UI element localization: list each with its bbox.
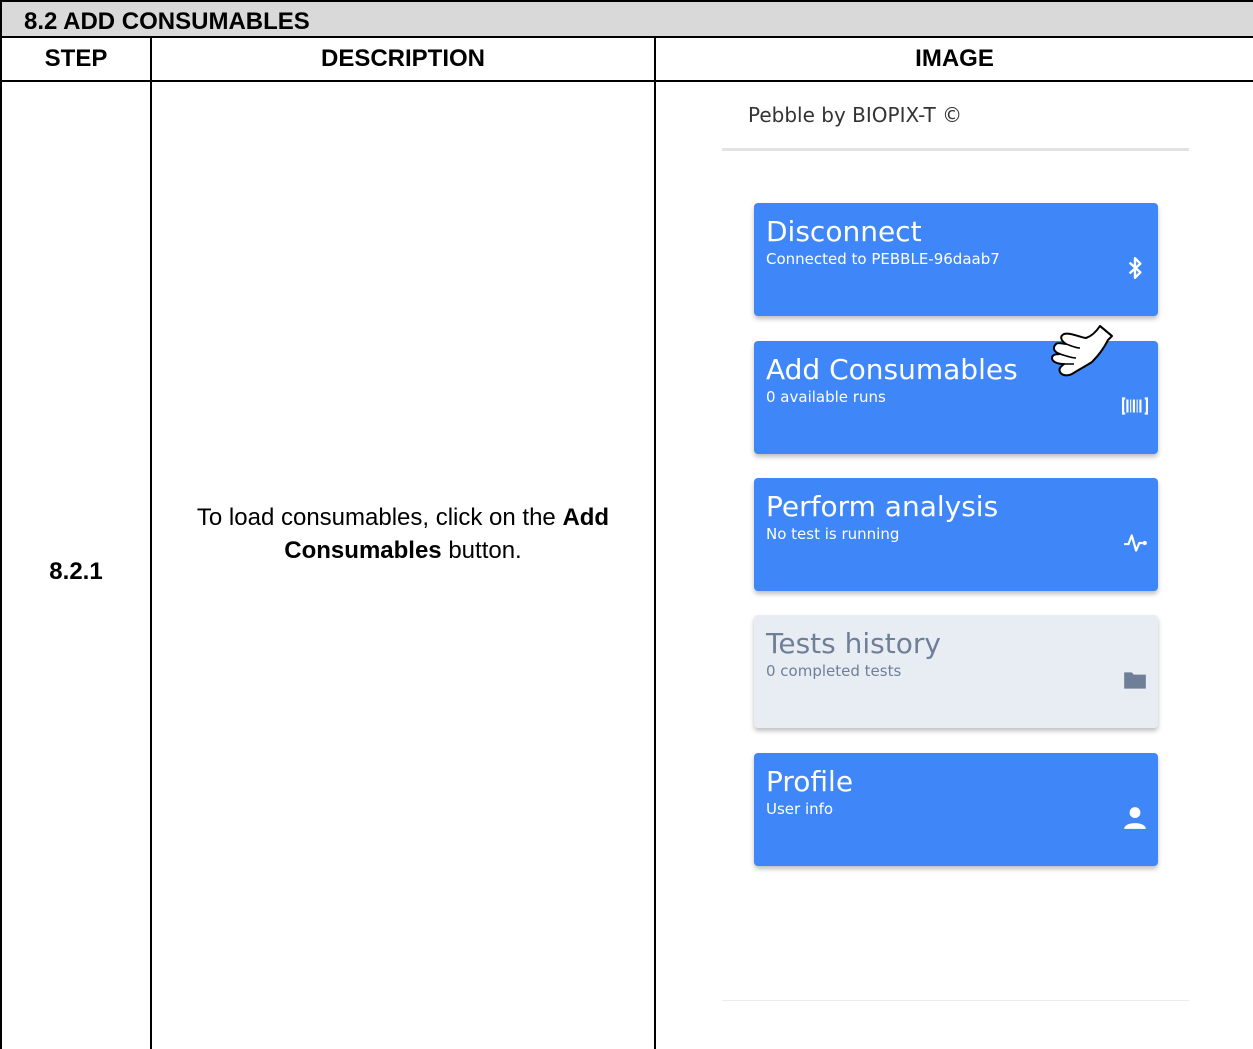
user-icon	[1124, 807, 1146, 829]
tests-history-card[interactable]: Tests history 0 completed tests	[754, 615, 1158, 728]
step-description: To load consumables, click on the Add Co…	[152, 501, 654, 567]
pulse-icon	[1124, 534, 1147, 552]
perform-analysis-card[interactable]: Perform analysis No test is running	[754, 478, 1158, 591]
procedure-table: 8.2 ADD CONSUMABLES STEP DESCRIPTION IMA…	[0, 0, 1253, 1049]
disconnect-card[interactable]: Disconnect Connected to PEBBLE-96daab7	[754, 203, 1158, 316]
card-title: Profile	[766, 765, 854, 798]
header-step: STEP	[44, 45, 108, 72]
app-footer-divider	[722, 1000, 1189, 1001]
bluetooth-icon	[1128, 257, 1142, 279]
card-subtitle: No test is running	[766, 525, 900, 543]
card-title: Perform analysis	[766, 490, 999, 523]
hand-pointer-icon	[1051, 325, 1113, 377]
column-divider-2	[654, 36, 656, 1049]
header-image: IMAGE	[915, 45, 994, 72]
profile-card[interactable]: Profile User info	[754, 753, 1158, 866]
header-description: DESCRIPTION	[320, 45, 485, 72]
header-divider	[0, 80, 1253, 82]
section-title-bar: 8.2 ADD CONSUMABLES	[2, 2, 1253, 36]
card-subtitle: User info	[766, 800, 834, 818]
folder-icon	[1124, 672, 1146, 689]
barcode-icon	[1122, 397, 1148, 415]
card-title: Add Consumables	[766, 353, 1018, 386]
section-title: 8.2 ADD CONSUMABLES	[24, 8, 310, 35]
card-subtitle: 0 available runs	[766, 388, 886, 406]
app-title: Pebble by BIOPIX-T ©	[748, 103, 963, 127]
card-title: Tests history	[766, 627, 941, 660]
card-subtitle: Connected to PEBBLE-96daab7	[766, 250, 1000, 268]
app-header-divider	[722, 148, 1189, 151]
card-subtitle: 0 completed tests	[766, 662, 902, 680]
card-title: Disconnect	[766, 215, 922, 248]
step-number: 8.2.1	[49, 558, 103, 585]
description-text-end: button.	[441, 537, 522, 564]
description-text: To load consumables, click on the	[196, 504, 563, 531]
table-border-left	[0, 0, 2, 1049]
